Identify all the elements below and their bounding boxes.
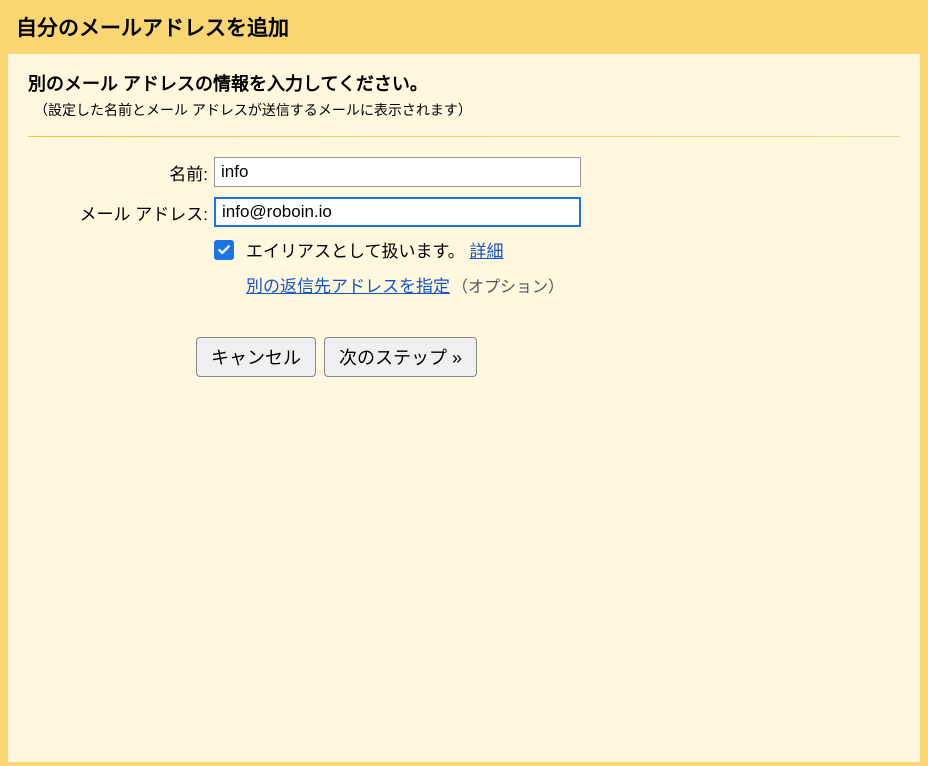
name-label: 名前: (28, 160, 214, 185)
alias-row: エイリアスとして扱います。 詳細 (28, 237, 900, 262)
content-subtitle: 別のメール アドレスの情報を入力してください。 (28, 70, 900, 96)
email-label: メール アドレス: (28, 200, 214, 225)
form-area: 名前: メール アドレス: エイリアスとして扱います。 詳細 別の返信先アドレス… (28, 157, 900, 377)
alias-label-text: エイリアスとして扱います。 (246, 242, 465, 261)
checkmark-icon (217, 243, 231, 257)
next-step-button[interactable]: 次のステップ » (324, 337, 477, 377)
cancel-button[interactable]: キャンセル (196, 337, 316, 377)
dialog-header: 自分のメールアドレスを追加 (0, 0, 928, 54)
reply-to-row: 別の返信先アドレスを指定 （オプション） (28, 272, 900, 297)
option-suffix: （オプション） (452, 273, 564, 297)
content-description: （設定した名前とメール アドレスが送信するメールに表示されます） (28, 100, 900, 120)
name-input[interactable] (214, 157, 581, 187)
name-row: 名前: (28, 157, 900, 187)
reply-to-link[interactable]: 別の返信先アドレスを指定 (246, 272, 450, 297)
alias-checkbox[interactable] (214, 240, 234, 260)
button-row: キャンセル 次のステップ » (28, 337, 900, 377)
alias-detail-link[interactable]: 詳細 (470, 242, 504, 261)
dialog-title: 自分のメールアドレスを追加 (16, 12, 912, 42)
alias-label: エイリアスとして扱います。 詳細 (246, 237, 504, 262)
dialog-content: 別のメール アドレスの情報を入力してください。 （設定した名前とメール アドレス… (8, 54, 920, 762)
email-input[interactable] (214, 197, 581, 227)
divider (28, 136, 900, 137)
email-row: メール アドレス: (28, 197, 900, 227)
